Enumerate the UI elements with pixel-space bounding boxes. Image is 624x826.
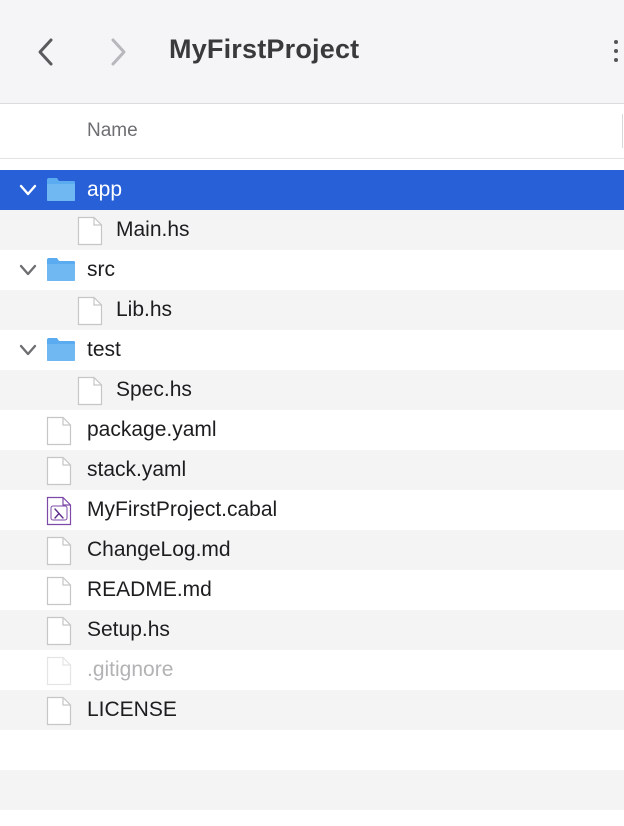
file-row-package-yaml[interactable]: package.yaml [0, 410, 624, 450]
file-name: stack.yaml [87, 458, 187, 481]
file-row-spec-hs[interactable]: Spec.hs [0, 370, 624, 410]
file-row-readme-md[interactable]: README.md [0, 570, 624, 610]
file-row-stack-yaml[interactable]: stack.yaml [0, 450, 624, 490]
file-row-test[interactable]: test [0, 330, 624, 370]
more-vertical-icon[interactable] [614, 40, 618, 67]
file-list: app Main.hs src Lib.hs test Spec.hs pack… [0, 170, 624, 810]
folder-icon [47, 338, 75, 361]
column-divider[interactable] [622, 114, 623, 148]
file-name: Spec.hs [116, 378, 192, 401]
toolbar: MyFirstProject [0, 0, 624, 104]
document-icon [46, 536, 72, 566]
document-icon [77, 296, 103, 326]
file-row-lib-hs[interactable]: Lib.hs [0, 290, 624, 330]
document-icon [46, 456, 72, 486]
file-name: .gitignore [87, 658, 174, 681]
lambda-icon [46, 496, 72, 526]
file-name: README.md [87, 578, 212, 601]
file-name: Lib.hs [116, 298, 173, 321]
chevron-down-icon[interactable] [19, 182, 37, 198]
empty-row [0, 730, 624, 770]
document-icon [46, 576, 72, 606]
file-row-src[interactable]: src [0, 250, 624, 290]
folder-icon [47, 258, 75, 281]
document-icon [46, 416, 72, 446]
file-name: app [87, 178, 123, 201]
file-name: src [87, 258, 115, 281]
column-header: Name [0, 104, 624, 159]
file-name: Setup.hs [87, 618, 170, 641]
file-name: ChangeLog.md [87, 538, 231, 561]
document-icon [77, 376, 103, 406]
empty-row [0, 770, 624, 810]
document-icon [46, 656, 72, 686]
folder-icon [47, 178, 75, 201]
name-column-header[interactable]: Name [87, 120, 138, 142]
file-row-changelog-md[interactable]: ChangeLog.md [0, 530, 624, 570]
file-row-cabal[interactable]: MyFirstProject.cabal [0, 490, 624, 530]
chevron-down-icon[interactable] [19, 342, 37, 358]
file-name: LICENSE [87, 698, 177, 721]
chevron-down-icon[interactable] [19, 262, 37, 278]
window-title: MyFirstProject [169, 34, 360, 64]
document-icon [46, 696, 72, 726]
file-row-app[interactable]: app [0, 170, 624, 210]
forward-button[interactable] [98, 30, 138, 74]
file-name: MyFirstProject.cabal [87, 498, 278, 521]
file-row-gitignore[interactable]: .gitignore [0, 650, 624, 690]
file-name: test [87, 338, 121, 361]
back-button[interactable] [26, 30, 66, 74]
file-name: Main.hs [116, 218, 190, 241]
file-name: package.yaml [87, 418, 217, 441]
document-icon [46, 616, 72, 646]
chevron-left-icon [38, 38, 53, 66]
file-row-license[interactable]: LICENSE [0, 690, 624, 730]
document-icon [77, 216, 103, 246]
chevron-right-icon [111, 38, 126, 66]
file-row-main-hs[interactable]: Main.hs [0, 210, 624, 250]
file-row-setup-hs[interactable]: Setup.hs [0, 610, 624, 650]
